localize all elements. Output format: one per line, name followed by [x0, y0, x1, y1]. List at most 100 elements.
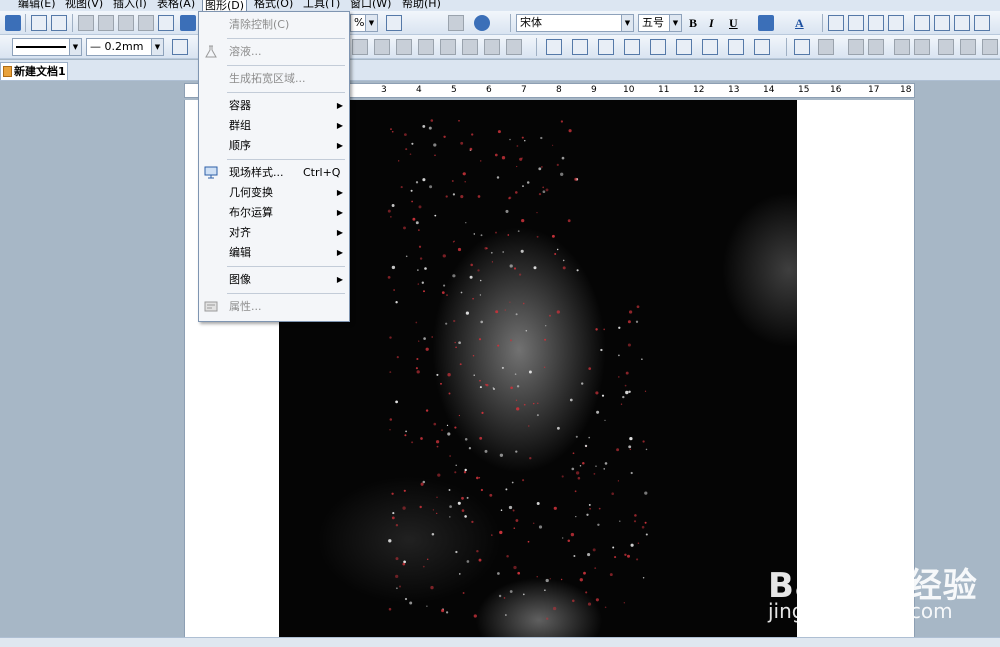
menu-item-group[interactable]: 群组 ▶ [199, 116, 349, 136]
underline-button[interactable]: U [729, 15, 738, 31]
indent-icon[interactable] [974, 15, 990, 31]
menu-insert[interactable]: 插入(I) [113, 0, 147, 11]
flip-icon[interactable] [894, 39, 910, 55]
cut-icon[interactable] [78, 15, 94, 31]
menu-view[interactable]: 视图(V) [65, 0, 103, 11]
menu-separator [227, 293, 345, 294]
ungroup-icon[interactable] [960, 39, 976, 55]
menu-item-edit[interactable]: 编辑 ▶ [199, 243, 349, 263]
menu-item-live-style[interactable]: 现场样式... Ctrl+Q [199, 163, 349, 183]
toolbar-separator [25, 14, 26, 32]
shape-tool-7-icon[interactable] [702, 39, 718, 55]
outdent-icon[interactable] [954, 15, 970, 31]
menu-separator [227, 38, 345, 39]
print-icon[interactable] [31, 15, 47, 31]
menu-separator [227, 92, 345, 93]
ruler-label: 17 [868, 85, 880, 95]
shape-tool-1-icon[interactable] [546, 39, 562, 55]
italic-button[interactable]: I [709, 15, 714, 31]
line-style-select[interactable]: ▼ [12, 38, 82, 56]
highlight-icon[interactable] [758, 15, 774, 31]
menu-item-properties[interactable]: 属性... [199, 297, 349, 317]
menu-item-align[interactable]: 对齐 ▶ [199, 223, 349, 243]
ruler-label: 13 [728, 85, 740, 95]
shape-tool-4-icon[interactable] [624, 39, 640, 55]
shape-tool-3-icon[interactable] [598, 39, 614, 55]
format-painter-icon[interactable] [158, 15, 174, 31]
ruler-label: 8 [556, 85, 562, 95]
insert-object-icon[interactable] [386, 15, 402, 31]
help-icon[interactable] [474, 15, 490, 31]
align-center-icon[interactable] [848, 15, 864, 31]
numbering-icon[interactable] [934, 15, 950, 31]
merge-cells-icon[interactable] [396, 39, 412, 55]
menu-item-label: 群组 [229, 119, 251, 132]
menu-tools[interactable]: 工具(T) [303, 0, 340, 11]
bullets-icon[interactable] [914, 15, 930, 31]
font-size-select[interactable]: 五号 ▼ [638, 14, 682, 32]
shape-tool-6-icon[interactable] [676, 39, 692, 55]
menu-item-geometry[interactable]: 几何变换 ▶ [199, 183, 349, 203]
insert-row-icon[interactable] [440, 39, 456, 55]
align-right-icon[interactable] [868, 15, 884, 31]
menu-window[interactable]: 窗口(W) [350, 0, 391, 11]
zoom-select[interactable]: % ▼ [350, 14, 378, 32]
menu-item-solution[interactable]: 溶液... [199, 42, 349, 62]
zoom-value: % [354, 16, 365, 29]
shape-tool-9-icon[interactable] [754, 39, 770, 55]
menu-separator [227, 266, 345, 267]
document-tab[interactable]: 新建文档1 [0, 62, 68, 80]
submenu-arrow-icon: ▶ [336, 248, 343, 257]
menu-table[interactable]: 表格(A) [157, 0, 195, 11]
justify-icon[interactable] [888, 15, 904, 31]
font-color-button[interactable]: A [795, 15, 804, 31]
menu-item-clear-control[interactable]: 清除控制(C) [199, 15, 349, 35]
menu-format[interactable]: 格式(O) [254, 0, 293, 11]
shape-tool-2-icon[interactable] [572, 39, 588, 55]
table-icon[interactable] [352, 39, 368, 55]
pen-color-icon[interactable] [172, 39, 188, 55]
bring-forward-icon[interactable] [848, 39, 864, 55]
sort-icon[interactable] [506, 39, 522, 55]
copy-icon[interactable] [98, 15, 114, 31]
menu-item-generate-region[interactable]: 生成拓宽区域... [199, 69, 349, 89]
line-width-select[interactable]: — 0.2mm ▼ [86, 38, 164, 56]
menu-item-order[interactable]: 顺序 ▶ [199, 136, 349, 156]
rotate-icon[interactable] [914, 39, 930, 55]
paste-icon[interactable] [118, 15, 134, 31]
menu-item-label: 生成拓宽区域... [229, 72, 306, 85]
ruler-label: 11 [658, 85, 670, 95]
align-left-icon[interactable] [828, 15, 844, 31]
chevron-down-icon: ▼ [621, 15, 633, 31]
bold-button[interactable]: B [689, 15, 697, 31]
menu-item-boolean[interactable]: 布尔运算 ▶ [199, 203, 349, 223]
frame-icon[interactable] [374, 39, 390, 55]
undo-icon[interactable] [180, 15, 196, 31]
menu-edit[interactable]: 编辑(E) [18, 0, 56, 11]
split-cells-icon[interactable] [418, 39, 434, 55]
delete-icon[interactable] [138, 15, 154, 31]
insert-column-icon[interactable] [462, 39, 478, 55]
send-backward-icon[interactable] [868, 39, 884, 55]
menu-item-container[interactable]: 容器 ▶ [199, 96, 349, 116]
symbol-icon[interactable] [448, 15, 464, 31]
menu-item-image[interactable]: 图像 ▶ [199, 270, 349, 290]
table-props-icon[interactable] [484, 39, 500, 55]
image-tool-icon[interactable] [794, 39, 810, 55]
chevron-down-icon: ▼ [669, 15, 681, 31]
menu-graphics[interactable]: 图形(D) [202, 0, 248, 11]
menu-item-label: 几何变换 [229, 186, 273, 199]
portrait-image[interactable] [279, 100, 797, 637]
menu-help[interactable]: 帮助(H) [402, 0, 441, 11]
group-icon[interactable] [938, 39, 954, 55]
shape-tool-5-icon[interactable] [650, 39, 666, 55]
save-icon[interactable] [5, 15, 21, 31]
font-name-select[interactable]: 宋体 ▼ [516, 14, 634, 32]
print-preview-icon[interactable] [51, 15, 67, 31]
crop-icon[interactable] [818, 39, 834, 55]
toolbar-separator [786, 38, 787, 56]
shape-tool-8-icon[interactable] [728, 39, 744, 55]
more-tools-icon[interactable] [982, 39, 998, 55]
menu-separator [227, 159, 345, 160]
ruler-label: 12 [693, 85, 705, 95]
